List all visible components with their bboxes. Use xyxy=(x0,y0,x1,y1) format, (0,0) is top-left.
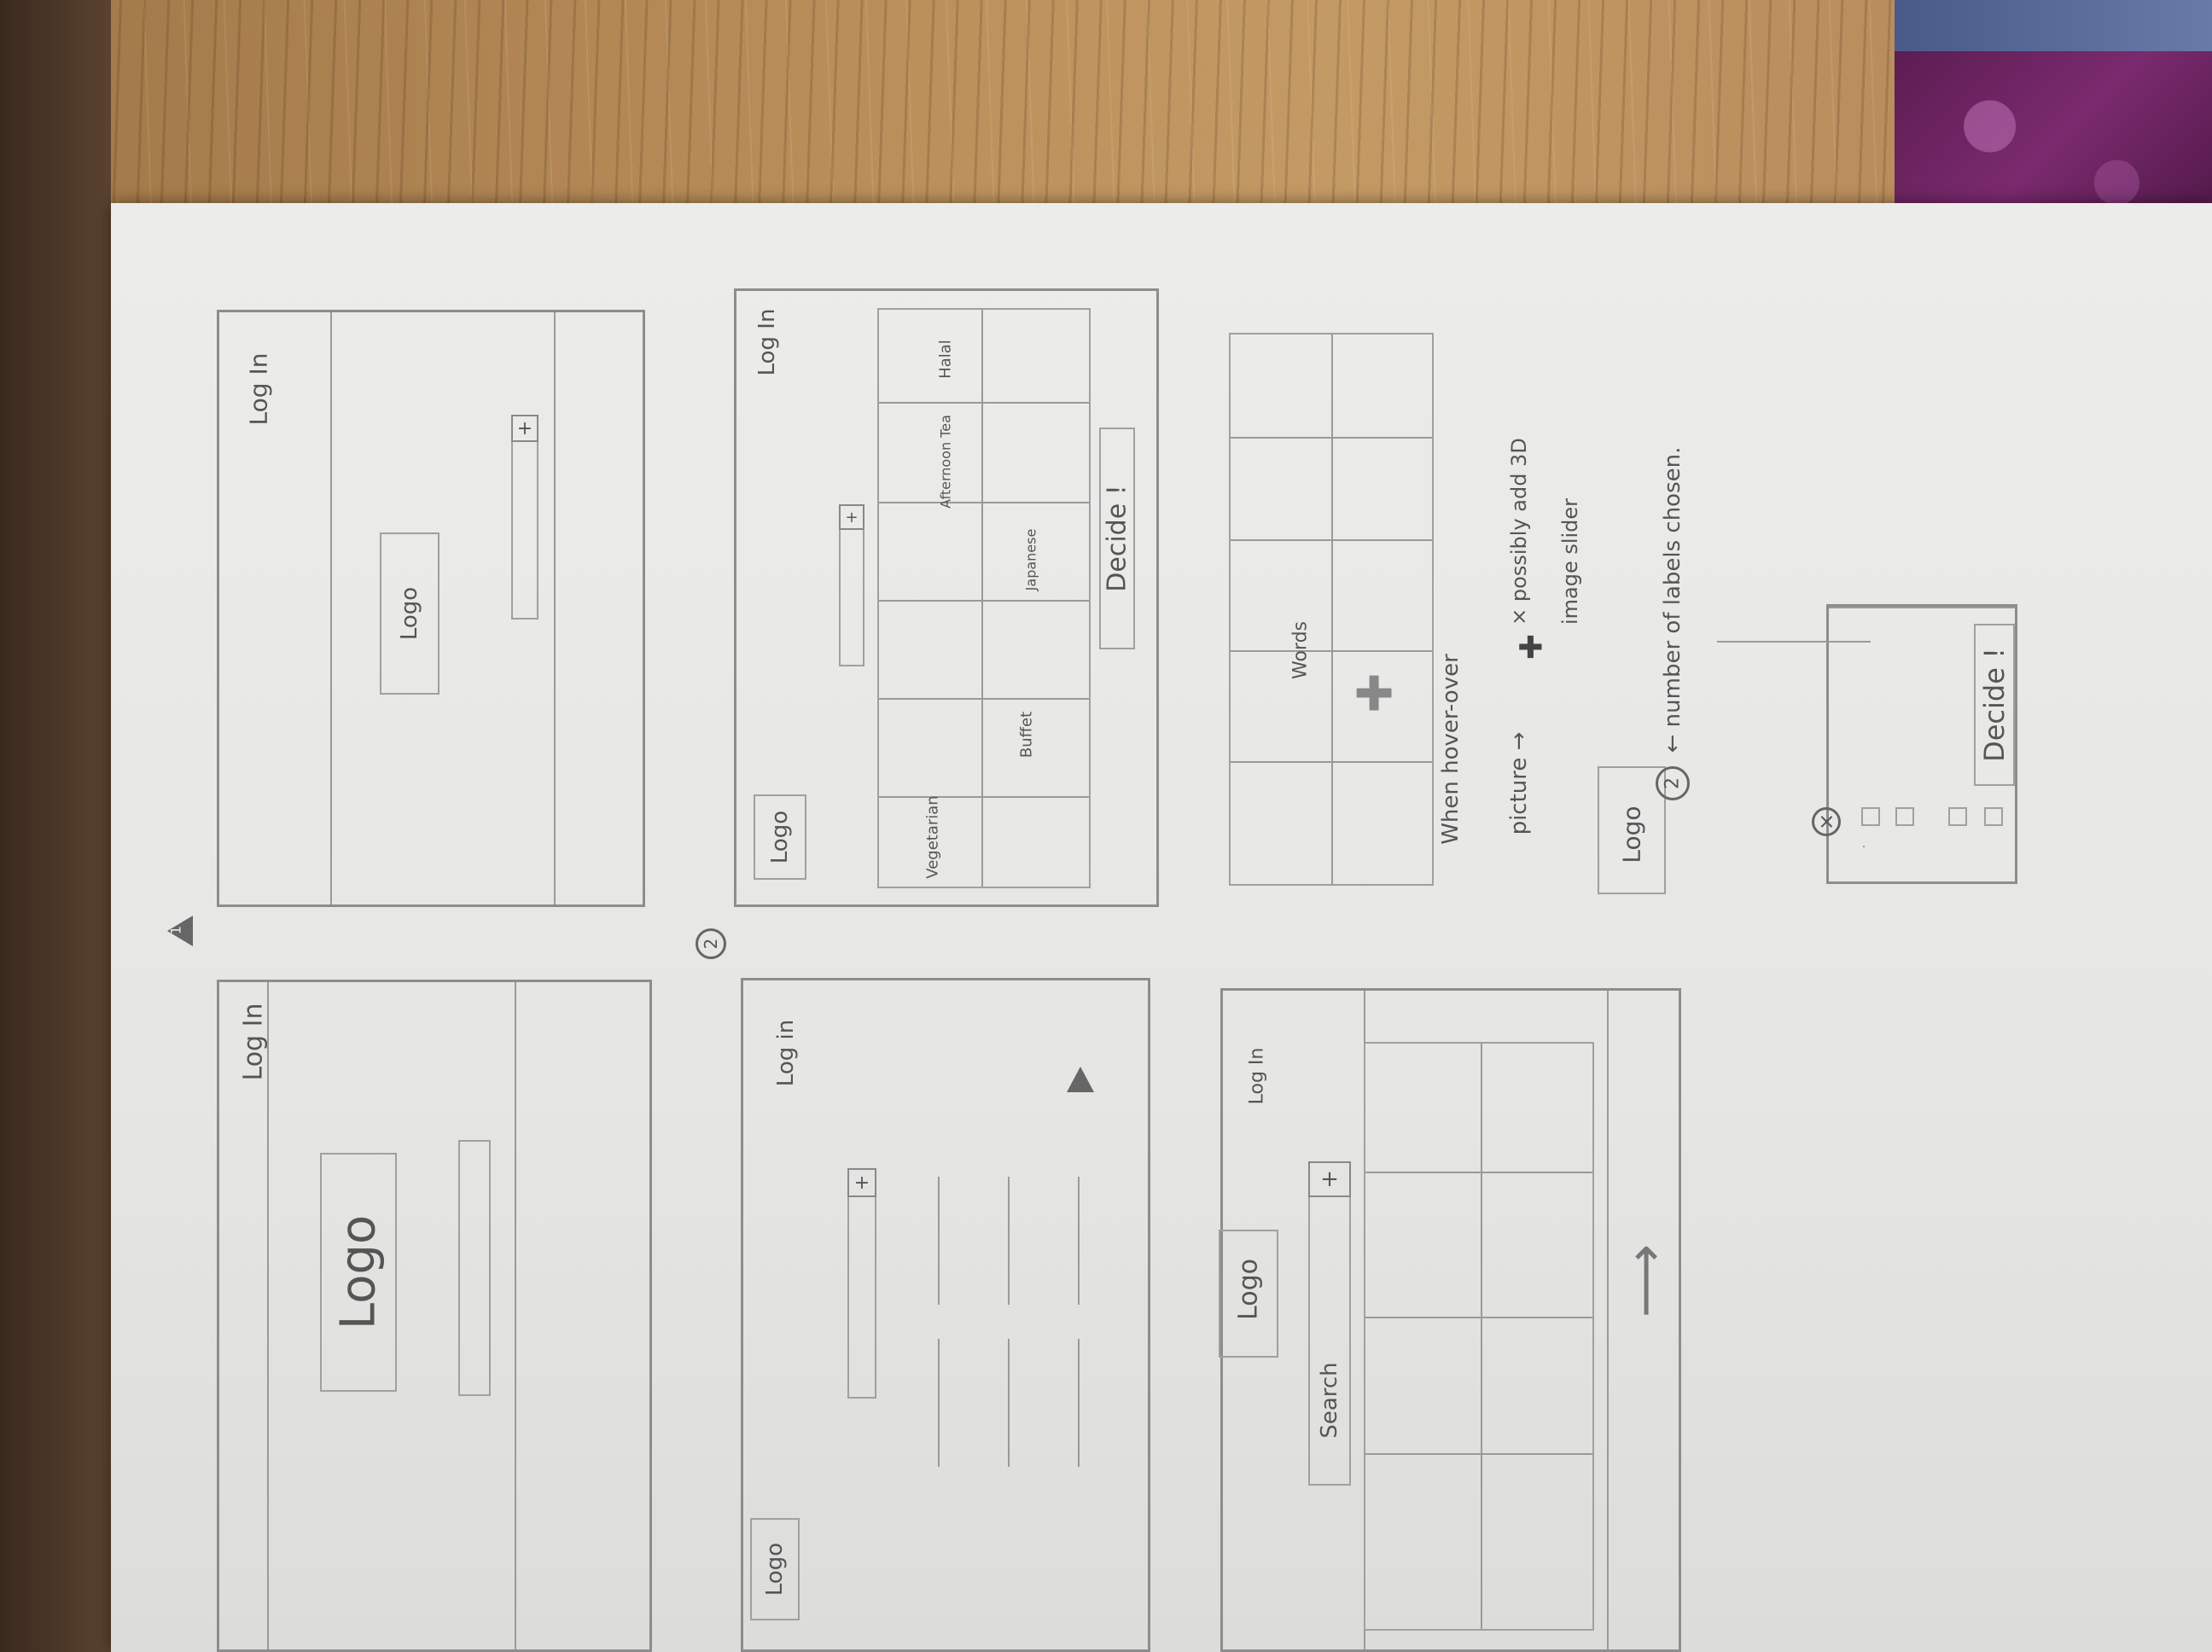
login-link[interactable]: Log In xyxy=(239,1003,269,1081)
mini-logo-text: Logo xyxy=(1617,806,1646,864)
sketch-number-1: 1 xyxy=(167,925,184,935)
label-japanese[interactable]: Japanese xyxy=(1023,529,1039,591)
login-link[interactable]: Log In xyxy=(1247,1048,1268,1105)
remove-label-icon[interactable] xyxy=(1861,807,1880,826)
remove-label-icon[interactable] xyxy=(1984,807,2003,826)
logo-text: Logo xyxy=(330,1214,387,1330)
frame2-sketch: Log In Logo xyxy=(217,980,652,1652)
plus-icon: ✚ xyxy=(1514,633,1550,660)
label-grid xyxy=(877,308,1091,888)
label-afternoon-tea[interactable]: Afternoon Tea xyxy=(938,415,954,509)
label-count-note: ← number of labels chosen. xyxy=(1660,446,1685,753)
note-hover-line2: picture → xyxy=(1506,731,1532,835)
frame5-sketch: Words ✚ xyxy=(1229,333,1434,886)
login-link[interactable]: Log In xyxy=(245,353,273,426)
hover-words-text: Words xyxy=(1289,620,1312,680)
sketch-paper: Log In Logo + 1 Log In Logo Log In Logo … xyxy=(111,203,2212,1652)
search-label: Search xyxy=(1317,1362,1342,1439)
note-slider-line2: image slider xyxy=(1558,497,1582,625)
search-bar[interactable] xyxy=(511,415,538,620)
frame1-sketch: Log In Logo + xyxy=(217,310,645,907)
up-arrow-icon[interactable] xyxy=(1067,1067,1094,1092)
divider-line xyxy=(515,982,516,1649)
frame3-sketch: Log In Logo + Vegetarian Buffet Japanese… xyxy=(734,288,1159,907)
add-button[interactable]: + xyxy=(847,1168,876,1197)
note-slider-line1: × possibly add 3D xyxy=(1507,438,1531,625)
logo-text: Logo xyxy=(762,1542,788,1597)
login-link[interactable]: Log in xyxy=(773,1020,799,1086)
search-bar[interactable] xyxy=(458,1140,491,1396)
label-buffet[interactable]: Buffet xyxy=(1018,712,1036,758)
add-button[interactable]: + xyxy=(1308,1161,1351,1197)
label-vegetarian[interactable]: Vegetarian xyxy=(924,795,942,878)
close-x[interactable]: × xyxy=(1814,813,1838,830)
logo-text: Logo xyxy=(1233,1259,1264,1320)
remove-label-icon[interactable] xyxy=(1895,807,1914,826)
label-halal[interactable]: Halal xyxy=(937,340,955,379)
popup-decide-label[interactable]: Decide ! xyxy=(1978,648,2011,762)
divider-line xyxy=(554,312,556,905)
remove-label-icon[interactable] xyxy=(1948,807,1967,826)
divider-line xyxy=(267,982,269,1649)
login-link[interactable]: Log In xyxy=(754,309,780,376)
results-grid xyxy=(1364,1042,1594,1631)
frame4-sketch: Log in Logo + xyxy=(741,978,1150,1652)
label-count-number: 2 xyxy=(1662,777,1684,789)
decide-button-label[interactable]: Decide ! xyxy=(1103,485,1132,591)
note-hover-line1: When hover-over xyxy=(1438,654,1464,845)
dark-table-edge xyxy=(0,0,111,1652)
add-button[interactable]: + xyxy=(839,504,864,530)
logo-text: Logo xyxy=(397,586,422,641)
add-button[interactable]: + xyxy=(511,415,538,442)
search-bar[interactable] xyxy=(847,1168,876,1399)
divider-line xyxy=(330,312,332,905)
scroll-arrow-icon[interactable]: ⟶ xyxy=(1615,1244,1675,1318)
hover-plus-icon[interactable]: ✚ xyxy=(1348,673,1404,713)
logo-text: Logo xyxy=(767,810,793,864)
sketch-number-2: 2 xyxy=(701,938,721,950)
frame6-sketch: Log In Logo Search + ⟶ xyxy=(1219,988,1681,1652)
popup-sketch: Decide ! xyxy=(1717,604,2017,884)
